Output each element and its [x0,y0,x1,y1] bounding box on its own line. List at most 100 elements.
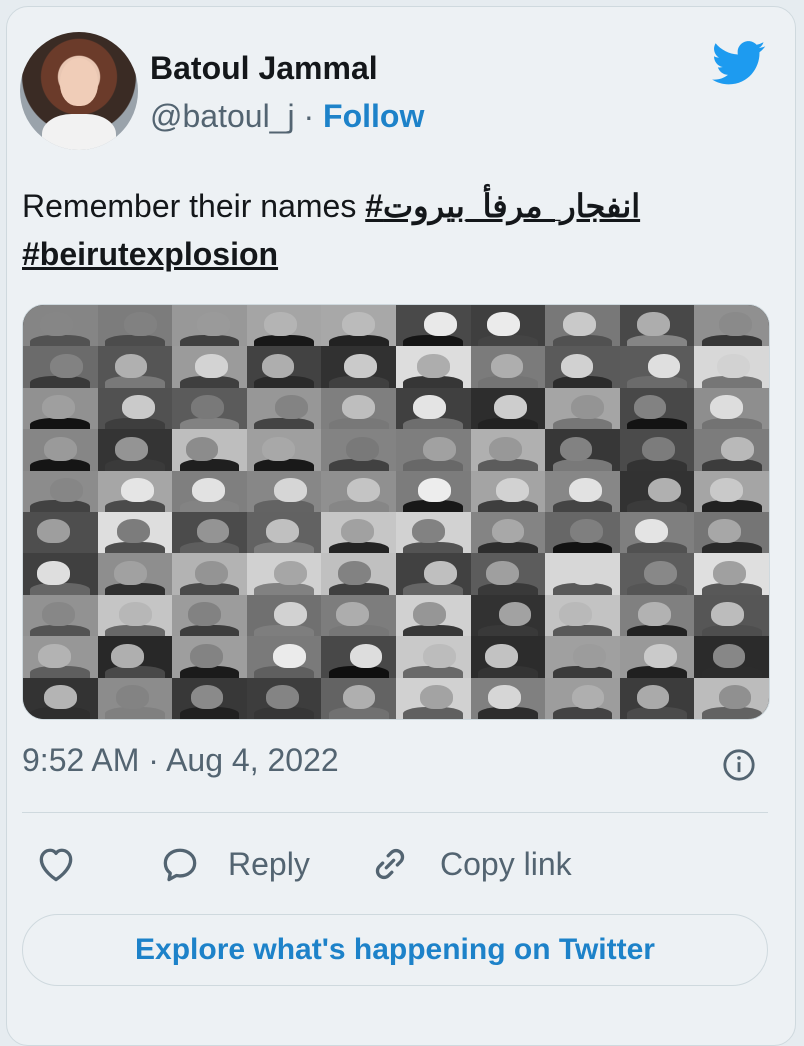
collage-photo [395,636,471,678]
follow-button[interactable]: Follow [323,98,424,134]
collage-photo [619,553,695,595]
collage-photo [23,553,98,595]
collage-photo [395,470,471,512]
collage-photo [545,305,620,347]
collage-photo [694,636,769,678]
collage-photo [545,594,620,637]
reply-button[interactable]: Reply [158,842,310,886]
collage-photo [470,346,546,388]
collage-photo [172,636,247,678]
author-handle[interactable]: @batoul_j [150,98,295,134]
hashtag-english-link[interactable]: #beirutexplosion [22,236,278,272]
collage-photo [694,470,769,512]
collage-photo [23,677,98,719]
action-bar: Reply Copy link [22,842,768,898]
collage-photo [172,512,247,554]
collage-photo [694,677,769,719]
collage-photo [97,429,173,471]
reply-bubble-icon [163,848,197,882]
tweet-text-prefix: Remember their names [22,188,366,224]
collage-photo [172,429,247,471]
copy-link-label: Copy link [440,845,572,882]
collage-photo [619,305,695,347]
collage-photo [97,512,173,554]
collage-photo [694,346,769,388]
collage-photo [97,470,173,512]
collage-photo [619,636,695,678]
collage-photo [246,636,322,678]
collage-photo [395,512,471,554]
collage-photo [619,429,695,471]
collage-photo [23,387,98,430]
collage-photo [545,429,620,471]
collage-photo [694,305,769,347]
handle-row: @batoul_j · Follow [150,98,424,135]
collage-photo [619,512,695,554]
collage-photo [23,636,98,678]
tweet-timestamp[interactable]: 9:52 AM · Aug 4, 2022 [22,742,339,779]
collage-photo [545,387,620,430]
collage-photo [694,553,769,595]
collage-photo [23,346,98,388]
collage-photo [395,346,471,388]
collage-photo [470,677,546,719]
collage-photo [321,387,396,430]
hashtag-arabic-link[interactable]: #انفجار_مرفأ_بيروت [365,188,640,224]
collage-photo [97,346,173,388]
collage-photo [619,387,695,430]
collage-photo [545,636,620,678]
collage-photo [395,305,471,347]
collage-photo [545,346,620,388]
collage-photo [246,305,322,347]
author-name[interactable]: Batoul Jammal [150,50,378,87]
photo-collage-grid [23,305,769,719]
collage-photo [246,470,322,512]
collage-photo [23,470,98,512]
twitter-bird-icon[interactable] [708,36,770,90]
collage-photo [321,346,396,388]
collage-photo [470,553,546,595]
reply-label: Reply [228,845,310,882]
collage-photo [619,346,695,388]
collage-photo [321,677,396,719]
collage-photo [545,470,620,512]
collage-photo [321,636,396,678]
collage-photo [246,387,322,430]
collage-photo [694,594,769,637]
collage-photo [97,305,173,347]
collage-photo [395,553,471,595]
collage-photo [470,594,546,637]
tweet-media-photo[interactable] [22,304,770,720]
collage-photo [172,677,247,719]
collage-photo [321,305,396,347]
collage-photo [694,512,769,554]
tweet-text: Remember their names #انفجار_مرفأ_بيروت … [22,182,762,278]
collage-photo [470,512,546,554]
explore-twitter-button[interactable]: Explore what's happening on Twitter [22,914,768,986]
collage-photo [23,429,98,471]
avatar[interactable] [20,32,138,150]
collage-photo [470,387,546,430]
collage-photo [97,677,173,719]
collage-photo [321,594,396,637]
info-icon[interactable] [722,748,756,782]
collage-photo [97,636,173,678]
collage-photo [395,429,471,471]
collage-photo [246,429,322,471]
collage-photo [172,346,247,388]
copy-link-button[interactable]: Copy link [368,842,572,886]
collage-photo [172,470,247,512]
collage-photo [470,470,546,512]
collage-photo [470,429,546,471]
collage-photo [395,594,471,637]
collage-photo [545,677,620,719]
collage-photo [321,470,396,512]
collage-photo [321,512,396,554]
collage-photo [172,305,247,347]
collage-photo [545,512,620,554]
collage-photo [97,553,173,595]
collage-photo [545,553,620,595]
link-icon [375,848,405,880]
collage-photo [321,429,396,471]
like-button[interactable] [34,842,78,886]
